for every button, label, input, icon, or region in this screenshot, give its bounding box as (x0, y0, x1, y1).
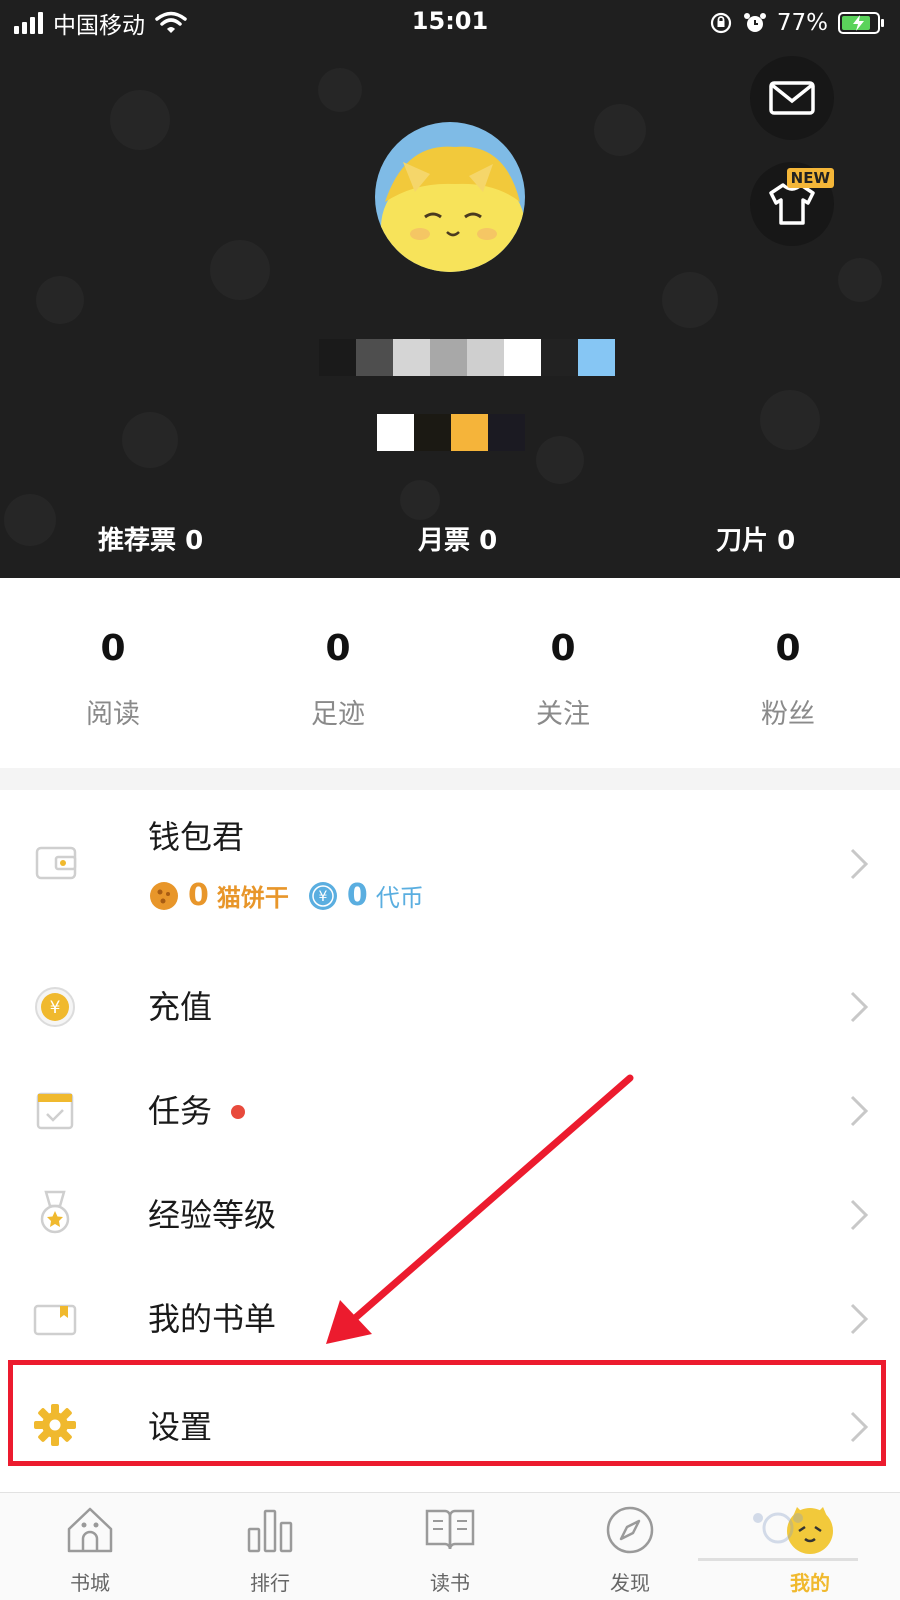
tab-bookstore[interactable]: 书城 (30, 1503, 150, 1596)
annotation-highlight-box (8, 1360, 886, 1466)
watermark-logo (698, 1512, 858, 1561)
tab-discover[interactable]: 发现 (570, 1503, 690, 1596)
open-book-icon (425, 1509, 475, 1550)
tab-ranking[interactable]: 排行 (210, 1503, 330, 1596)
compass-icon (606, 1506, 654, 1554)
tab-reading[interactable]: 读书 (390, 1503, 510, 1596)
house-icon (67, 1507, 113, 1553)
bar-chart-icon (247, 1509, 293, 1553)
